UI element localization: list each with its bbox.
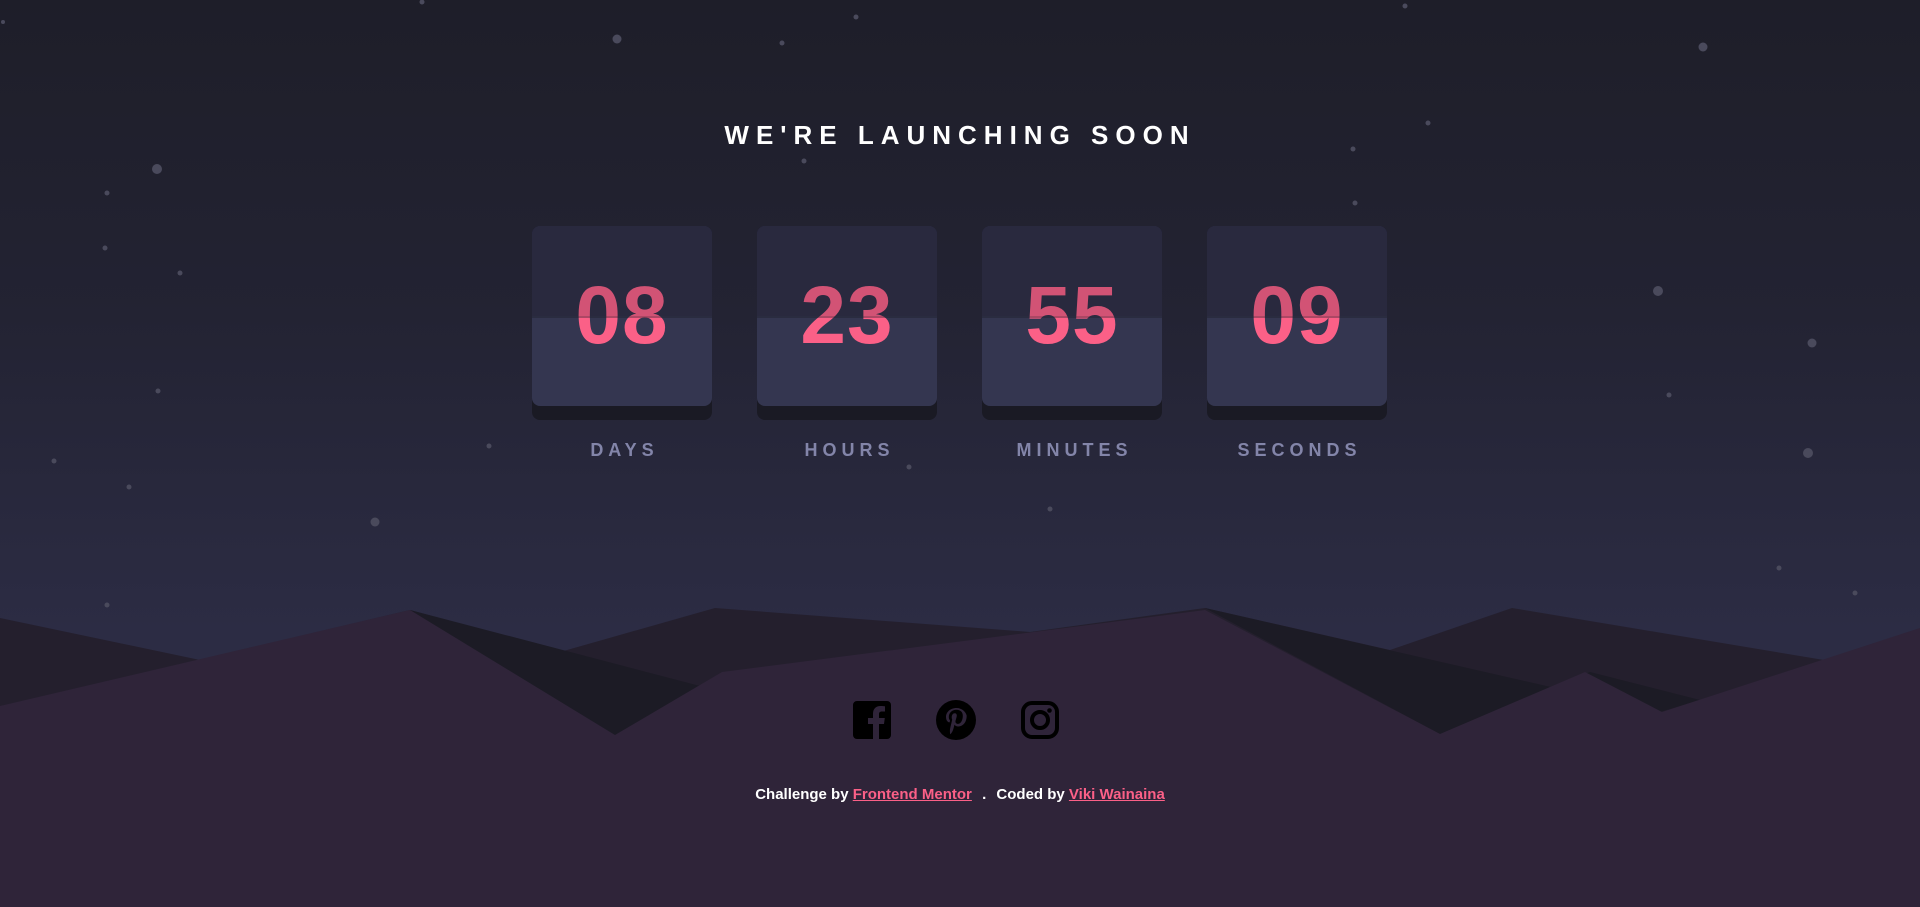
countdown-minutes: 55 MINUTES xyxy=(982,226,1162,461)
attribution-separator: . xyxy=(982,786,987,803)
flip-card: 08 xyxy=(532,226,712,420)
flip-card-face: 08 xyxy=(532,226,712,406)
flip-card: 23 xyxy=(757,226,937,420)
hours-value: 23 xyxy=(800,270,894,361)
attribution: Challenge by Frontend Mentor . Coded by … xyxy=(0,786,1920,803)
days-value: 08 xyxy=(575,270,669,361)
pinterest-icon[interactable] xyxy=(936,700,976,740)
challenge-prefix: Challenge by xyxy=(755,786,849,803)
flip-card-face: 55 xyxy=(982,226,1162,406)
minutes-value: 55 xyxy=(1025,270,1119,361)
minutes-label: MINUTES xyxy=(1016,440,1133,460)
countdown-seconds: 09 SECONDS xyxy=(1207,226,1387,461)
social-links xyxy=(852,700,1060,740)
author-link[interactable]: Viki Wainaina xyxy=(1069,786,1165,803)
flip-card: 09 xyxy=(1207,226,1387,420)
coded-prefix: Coded by xyxy=(996,786,1065,803)
frontend-mentor-link[interactable]: Frontend Mentor xyxy=(853,786,972,803)
page-title: WE'RE LAUNCHING SOON xyxy=(724,120,1196,150)
facebook-icon[interactable] xyxy=(852,700,892,740)
countdown-hours: 23 HOURS xyxy=(757,226,937,461)
flip-card-face: 23 xyxy=(757,226,937,406)
instagram-icon[interactable] xyxy=(1020,700,1060,740)
seconds-value: 09 xyxy=(1250,270,1344,361)
countdown-timer: 08 DAYS 23 HOURS 55 MINUTES 09 SECONDS xyxy=(532,226,1387,461)
flip-card: 55 xyxy=(982,226,1162,420)
countdown-days: 08 DAYS xyxy=(532,226,712,461)
seconds-label: SECONDS xyxy=(1237,440,1362,460)
days-label: DAYS xyxy=(590,440,659,460)
hills-background xyxy=(0,608,1920,907)
hours-label: HOURS xyxy=(804,440,895,460)
flip-card-face: 09 xyxy=(1207,226,1387,406)
